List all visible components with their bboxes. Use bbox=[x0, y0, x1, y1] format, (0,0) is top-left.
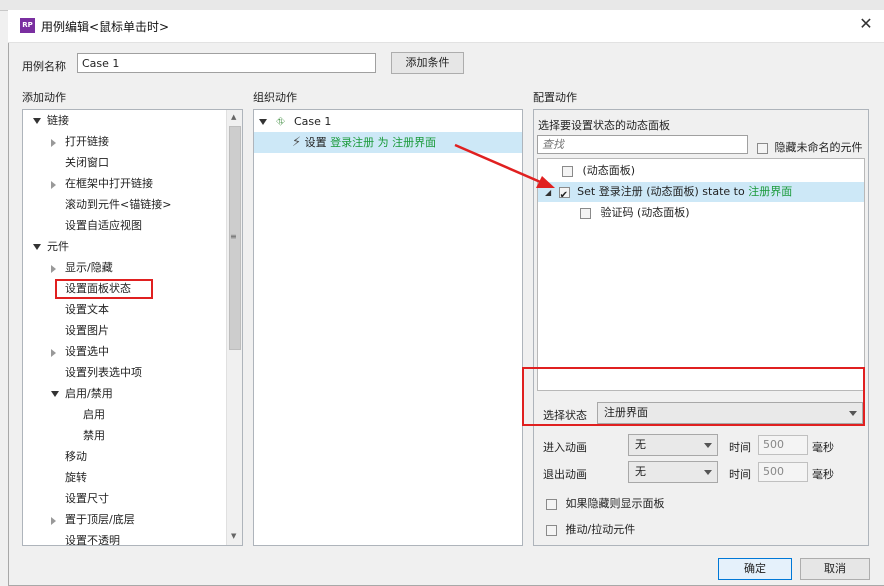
arrow-shaft bbox=[454, 143, 546, 186]
annotation-arrow bbox=[454, 143, 555, 188]
